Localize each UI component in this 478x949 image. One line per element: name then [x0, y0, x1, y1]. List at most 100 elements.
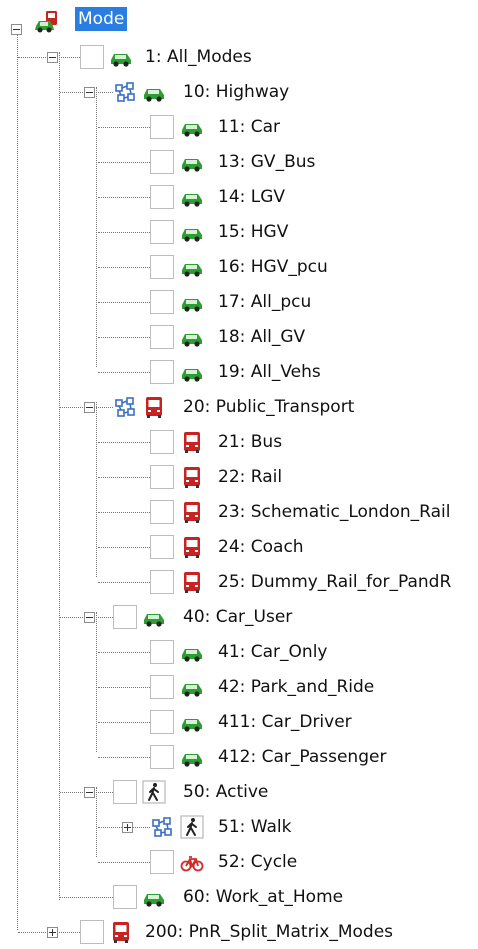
expand-toggle[interactable]: [47, 927, 58, 938]
tree-item-checkbox[interactable]: [150, 150, 174, 174]
tree-item[interactable]: 1: All_Modes: [0, 40, 478, 74]
tree-item-label[interactable]: 10: Highway: [183, 80, 289, 104]
tree-item-checkbox[interactable]: [150, 430, 174, 454]
car-icon: [180, 115, 204, 139]
tree-item-checkbox[interactable]: [150, 710, 174, 734]
tree-item[interactable]: 17: All_pcu: [0, 285, 478, 319]
tree-item-label[interactable]: 200: PnR_Split_Matrix_Modes: [145, 920, 393, 944]
tree-connector: [98, 162, 150, 163]
tree-item[interactable]: 11: Car: [0, 110, 478, 144]
tree-item[interactable]: 50: Active: [0, 775, 478, 809]
tree-item-label[interactable]: 14: LGV: [218, 185, 285, 209]
tree-item[interactable]: 19: All_Vehs: [0, 355, 478, 389]
multi-modal-icon: [150, 815, 174, 839]
tree-item-label[interactable]: 21: Bus: [218, 430, 282, 454]
bus-icon: [180, 570, 204, 594]
collapse-toggle[interactable]: [47, 52, 58, 63]
tree-item[interactable]: 15: HGV: [0, 215, 478, 249]
tree-item-checkbox[interactable]: [150, 115, 174, 139]
tree-item-label[interactable]: 17: All_pcu: [218, 290, 311, 314]
tree-item-checkbox[interactable]: [150, 220, 174, 244]
tree-item[interactable]: 411: Car_Driver: [0, 705, 478, 739]
tree-item-checkbox[interactable]: [150, 290, 174, 314]
tree-item[interactable]: 23: Schematic_London_Rail: [0, 495, 478, 529]
tree-guide-line: [59, 52, 60, 900]
tree-item-label[interactable]: 411: Car_Driver: [218, 710, 352, 734]
tree-item[interactable]: 22: Rail: [0, 460, 478, 494]
tree-item-checkbox[interactable]: [150, 745, 174, 769]
tree-item[interactable]: 24: Coach: [0, 530, 478, 564]
tree-item-label[interactable]: 15: HGV: [218, 220, 288, 244]
tree-item-label[interactable]: 412: Car_Passenger: [218, 745, 386, 769]
tree-item-label[interactable]: 52: Cycle: [218, 850, 297, 874]
tree-item-checkbox[interactable]: [150, 360, 174, 384]
tree-item-label[interactable]: 60: Work_at_Home: [183, 885, 343, 909]
tree-guide-line: [96, 787, 97, 857]
tree-item-label[interactable]: 1: All_Modes: [145, 45, 252, 69]
tree-item-label[interactable]: 22: Rail: [218, 465, 282, 489]
tree-item-label[interactable]: 23: Schematic_London_Rail: [218, 500, 450, 524]
tree-item[interactable]: 20: Public_Transport: [0, 390, 478, 424]
tree-connector: [98, 582, 150, 583]
tree-item-label[interactable]: 16: HGV_pcu: [218, 255, 328, 279]
tree-item[interactable]: 10: Highway: [0, 75, 478, 109]
bus-icon: [180, 500, 204, 524]
tree-item[interactable]: 21: Bus: [0, 425, 478, 459]
tree-connector: [98, 442, 150, 443]
tree-item-checkbox[interactable]: [113, 605, 137, 629]
tree-item-checkbox[interactable]: [80, 45, 104, 69]
tree-item[interactable]: 18: All_GV: [0, 320, 478, 354]
tree-item[interactable]: 60: Work_at_Home: [0, 880, 478, 914]
car-icon: [180, 325, 204, 349]
tree-item-label[interactable]: 42: Park_and_Ride: [218, 675, 374, 699]
collapse-root-toggle[interactable]: [11, 24, 22, 35]
tree-item-checkbox[interactable]: [150, 640, 174, 664]
tree-item-checkbox[interactable]: [150, 850, 174, 874]
tree-item-label[interactable]: 19: All_Vehs: [218, 360, 321, 384]
collapse-toggle[interactable]: [84, 402, 95, 413]
tree-item-checkbox[interactable]: [80, 920, 104, 944]
tree-item-checkbox[interactable]: [150, 675, 174, 699]
tree-root-label[interactable]: Mode: [75, 7, 128, 31]
car-icon: [180, 745, 204, 769]
tree-item[interactable]: 40: Car_User: [0, 600, 478, 634]
tree-item-checkbox[interactable]: [150, 255, 174, 279]
tree-item[interactable]: 42: Park_and_Ride: [0, 670, 478, 704]
tree-root-mode[interactable]: Mode: [0, 5, 478, 39]
tree-item-checkbox[interactable]: [150, 535, 174, 559]
tree-item-label[interactable]: 40: Car_User: [183, 605, 292, 629]
tree-item-label[interactable]: 50: Active: [183, 780, 268, 804]
car-icon: [142, 80, 166, 104]
tree-item-checkbox[interactable]: [150, 500, 174, 524]
tree-item-label[interactable]: 20: Public_Transport: [183, 395, 354, 419]
tree-item-checkbox[interactable]: [113, 780, 137, 804]
tree-item-checkbox[interactable]: [150, 185, 174, 209]
tree-item-label[interactable]: 24: Coach: [218, 535, 304, 559]
tree-item-label[interactable]: 18: All_GV: [218, 325, 305, 349]
tree-item[interactable]: 14: LGV: [0, 180, 478, 214]
tree-connector: [98, 652, 150, 653]
tree-item[interactable]: 51: Walk: [0, 810, 478, 844]
tree-item-label[interactable]: 41: Car_Only: [218, 640, 327, 664]
collapse-toggle[interactable]: [84, 612, 95, 623]
tree-item-checkbox[interactable]: [150, 465, 174, 489]
car-icon: [180, 185, 204, 209]
tree-item[interactable]: 25: Dummy_Rail_for_PandR: [0, 565, 478, 599]
tree-item-label[interactable]: 11: Car: [218, 115, 280, 139]
expand-toggle[interactable]: [122, 822, 133, 833]
tree-item-checkbox[interactable]: [150, 570, 174, 594]
collapse-toggle[interactable]: [84, 787, 95, 798]
tree-item[interactable]: 52: Cycle: [0, 845, 478, 879]
tree-item-checkbox[interactable]: [150, 325, 174, 349]
tree-item[interactable]: 16: HGV_pcu: [0, 250, 478, 284]
tree-item[interactable]: 13: GV_Bus: [0, 145, 478, 179]
car-icon: [109, 45, 133, 69]
tree-item[interactable]: 412: Car_Passenger: [0, 740, 478, 774]
tree-item[interactable]: 41: Car_Only: [0, 635, 478, 669]
tree-item-label[interactable]: 25: Dummy_Rail_for_PandR: [218, 570, 451, 594]
tree-item-checkbox[interactable]: [113, 885, 137, 909]
collapse-toggle[interactable]: [84, 87, 95, 98]
tree-item[interactable]: 200: PnR_Split_Matrix_Modes: [0, 915, 478, 949]
tree-item-label[interactable]: 51: Walk: [218, 815, 291, 839]
tree-item-label[interactable]: 13: GV_Bus: [218, 150, 315, 174]
